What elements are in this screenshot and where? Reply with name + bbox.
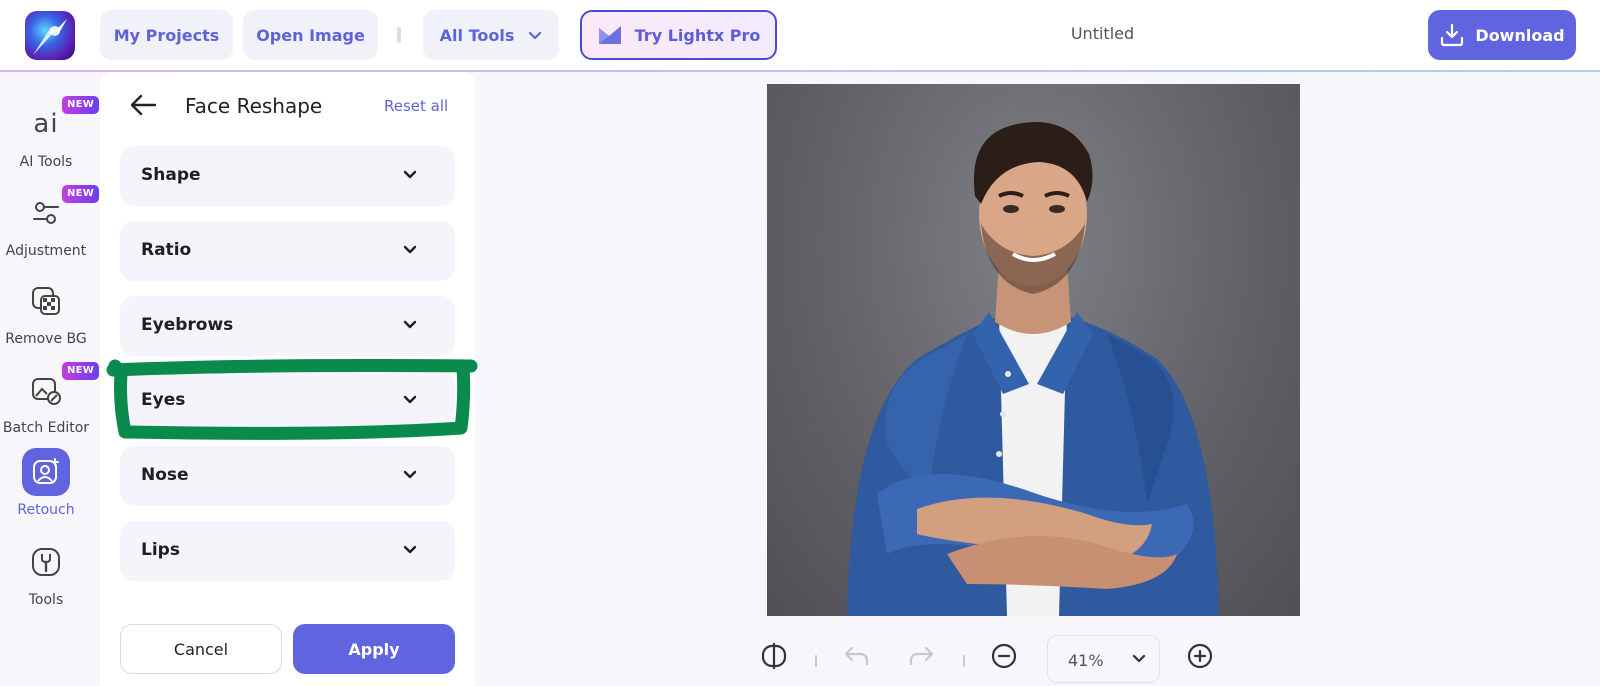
open-image-label: Open Image (256, 25, 365, 45)
toolbar-divider (815, 655, 817, 667)
compare-split-icon[interactable] (760, 642, 788, 670)
accordion-label: Ratio (141, 240, 192, 260)
new-badge: NEW (62, 185, 100, 203)
accordion-nose[interactable]: Nose (120, 446, 455, 506)
chevron-down-icon (403, 470, 417, 479)
batch-editor-icon (32, 378, 61, 405)
undo-icon[interactable] (842, 642, 870, 670)
accordion-eyebrows[interactable]: Eyebrows (120, 296, 455, 356)
reset-all-button[interactable]: Reset all (384, 97, 448, 115)
adjustment-sliders-icon (33, 202, 59, 224)
chevron-down-icon (529, 31, 542, 39)
document-title[interactable]: Untitled (1040, 24, 1165, 43)
rail-item-batch-editor[interactable]: NEW Batch Editor (0, 362, 100, 436)
new-badge: NEW (62, 362, 100, 380)
rail-item-adjustment[interactable]: NEW Adjustment (0, 185, 100, 259)
redo-icon[interactable] (908, 642, 936, 670)
open-image-button[interactable]: Open Image (243, 10, 378, 60)
accordion-eyes[interactable]: Eyes (120, 371, 455, 431)
chevron-down-icon (403, 395, 417, 404)
rail-item-label: Tools (28, 592, 64, 608)
top-bar: My Projects Open Image All Tools Try Lig… (0, 0, 1600, 70)
my-projects-label: My Projects (113, 25, 220, 45)
download-icon (1441, 23, 1464, 47)
accordion-label: Shape (141, 165, 201, 185)
chevron-down-icon (403, 170, 417, 179)
my-projects-button[interactable]: My Projects (100, 10, 233, 60)
tools-icon (32, 548, 60, 576)
retouch-icon (33, 458, 59, 484)
left-rail: ai NEW AI Tools NEW Adjustment Remove BG… (0, 72, 100, 686)
toolbar-divider (963, 655, 965, 667)
remove-bg-icon (32, 287, 60, 315)
zoom-in-icon[interactable] (1186, 642, 1214, 670)
all-tools-dropdown[interactable]: All Tools (423, 10, 559, 60)
portrait-image (847, 122, 1219, 616)
download-button[interactable]: Download (1428, 10, 1576, 60)
canvas-toolbar: 41% (750, 632, 1230, 686)
rail-item-retouch[interactable]: Retouch (0, 448, 92, 518)
zoom-out-icon[interactable] (990, 642, 1018, 670)
chevron-down-icon (403, 320, 417, 329)
chevron-down-icon (403, 245, 417, 254)
pro-crown-icon (598, 26, 621, 44)
canvas-photo[interactable] (767, 84, 1300, 616)
chevron-down-icon (403, 545, 417, 554)
try-pro-button[interactable]: Try Lightx Pro (580, 10, 777, 60)
rail-item-label: Batch Editor (2, 420, 90, 436)
rail-item-ai-tools[interactable]: ai NEW AI Tools (0, 96, 100, 170)
accordion-label: Nose (141, 465, 189, 485)
download-label: Download (1475, 25, 1565, 45)
accordion-label: Eyebrows (141, 315, 234, 335)
ai-icon: ai (33, 109, 59, 139)
back-arrow-icon[interactable] (128, 92, 158, 118)
chevron-down-icon (1132, 654, 1146, 663)
accordion-ratio[interactable]: Ratio (120, 221, 455, 281)
header-divider (397, 27, 401, 43)
accordion-label: Eyes (141, 390, 186, 410)
accordion-label: Lips (141, 540, 180, 560)
apply-button[interactable]: Apply (293, 624, 455, 674)
zoom-value: 41% (1068, 651, 1104, 670)
rail-item-label: Adjustment (5, 243, 87, 259)
rail-item-label: Remove BG (5, 331, 87, 347)
try-pro-label: Try Lightx Pro (634, 25, 761, 45)
rail-item-tools[interactable]: Tools (0, 538, 92, 608)
rail-item-remove-bg[interactable]: Remove BG (0, 277, 92, 347)
accordion-shape[interactable]: Shape (120, 146, 455, 206)
accordion-lips[interactable]: Lips (120, 521, 455, 581)
rail-item-label: Retouch (17, 502, 75, 518)
lightx-logo[interactable] (25, 11, 75, 60)
face-reshape-panel: Face Reshape Reset all Shape Ratio Eyebr… (100, 72, 475, 686)
all-tools-label: All Tools (439, 25, 515, 45)
zoom-select[interactable]: 41% (1047, 635, 1160, 683)
cancel-button[interactable]: Cancel (120, 624, 282, 674)
panel-title: Face Reshape (185, 94, 323, 118)
rail-item-label: AI Tools (19, 154, 73, 170)
new-badge: NEW (62, 96, 100, 114)
